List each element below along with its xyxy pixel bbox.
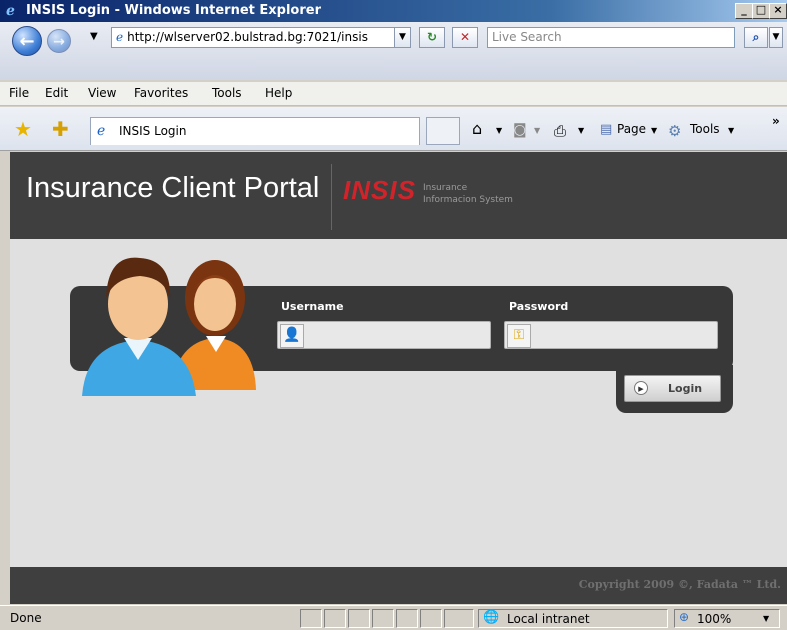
username-label: Username — [281, 300, 344, 313]
tools-menu-button[interactable]: Tools — [690, 122, 720, 136]
window-title: INSIS Login - Windows Internet Explorer — [26, 3, 321, 18]
status-cell — [420, 609, 442, 628]
search-options-button[interactable]: ▼ — [769, 27, 783, 48]
search-button[interactable]: ⌕ — [744, 27, 768, 48]
login-button[interactable]: ▶ Login — [624, 375, 721, 402]
zoom-level: 100% — [697, 612, 732, 626]
copyright-text: Copyright 2009 ©, Fadata ™ Ltd. — [578, 578, 781, 591]
status-cell — [372, 609, 394, 628]
insis-logo: INSIS — [343, 175, 416, 205]
menu-edit[interactable]: Edit — [45, 86, 68, 100]
menu-view[interactable]: View — [88, 86, 116, 100]
security-zone[interactable]: 🌐 Local intranet — [478, 609, 668, 628]
add-favorites-icon[interactable]: ✚ — [52, 117, 69, 141]
logo-subtitle-line-1: Insurance — [423, 183, 468, 193]
login-button-label: Login — [668, 382, 703, 395]
logo-subtitle-line-2: Informacion System — [423, 195, 513, 205]
zoom-control[interactable]: ⊕ 100% ▼ — [674, 609, 780, 628]
stop-button[interactable]: ✕ — [452, 27, 478, 48]
key-icon: ⚿ — [507, 324, 531, 348]
page-menu-icon: ▤ — [600, 122, 613, 137]
tools-gear-icon: ⚙ — [668, 122, 682, 140]
chevron-more-icon[interactable]: » — [772, 114, 780, 128]
header-divider — [331, 164, 332, 230]
page-left-border — [0, 152, 10, 604]
favorites-star-icon[interactable]: ★ — [14, 117, 32, 141]
tab-insis-login[interactable]: ℯ INSIS Login — [90, 117, 420, 145]
new-tab-button[interactable] — [426, 117, 460, 145]
tools-dropdown-icon[interactable]: ▼ — [728, 126, 734, 135]
address-input[interactable]: ℯ http://wlserver02.bulstrad.bg:7021/insi… — [111, 27, 411, 48]
print-dropdown-icon[interactable]: ▼ — [578, 126, 584, 135]
security-zone-label: Local intranet — [507, 612, 590, 626]
tab-title: INSIS Login — [119, 124, 187, 138]
menu-help[interactable]: Help — [265, 86, 292, 100]
male-user-figure — [82, 257, 196, 396]
intranet-globe-icon: 🌐 — [483, 610, 500, 625]
feeds-dropdown-icon[interactable]: ▼ — [534, 126, 540, 135]
maximize-button[interactable]: □ — [752, 3, 770, 19]
forward-button[interactable]: → — [47, 29, 71, 53]
feeds-icon[interactable]: ◙ — [513, 122, 527, 138]
window-title-bar[interactable]: ℯ INSIS Login - Windows Internet Explore… — [0, 0, 787, 22]
zoom-magnifier-icon: ⊕ — [679, 610, 690, 624]
status-text: Done — [10, 611, 42, 625]
play-circle-icon: ▶ — [634, 381, 648, 395]
home-dropdown-icon[interactable]: ▼ — [496, 126, 502, 135]
menu-favorites[interactable]: Favorites — [134, 86, 188, 100]
refresh-button[interactable]: ↻ — [419, 27, 445, 48]
status-cell — [300, 609, 322, 628]
portal-title: Insurance Client Portal — [26, 172, 320, 204]
address-dropdown-button[interactable]: ▼ — [394, 27, 411, 48]
print-icon[interactable]: ⎙ — [554, 122, 566, 140]
page-dropdown-icon[interactable]: ▼ — [651, 126, 657, 135]
back-button[interactable]: ← — [12, 26, 42, 56]
menu-bar: File Edit View Favorites Tools Help — [0, 82, 787, 106]
status-cell — [348, 609, 370, 628]
status-cell — [396, 609, 418, 628]
history-dropdown-icon[interactable]: ▼ — [90, 31, 98, 42]
users-illustration — [82, 257, 256, 396]
password-field[interactable]: ⚿ — [504, 321, 718, 349]
user-icon: 👤 — [280, 324, 304, 348]
ie-logo-icon: ℯ — [6, 3, 15, 19]
address-url: http://wlserver02.bulstrad.bg:7021/insis — [127, 30, 368, 44]
zoom-dropdown-icon[interactable]: ▼ — [763, 614, 769, 623]
page-icon: ℯ — [116, 30, 124, 44]
close-button[interactable]: × — [769, 3, 787, 19]
username-field[interactable]: 👤 — [277, 321, 491, 349]
tab-page-icon: ℯ — [97, 123, 106, 139]
status-cell — [444, 609, 474, 628]
password-label: Password — [509, 300, 569, 313]
menu-tools[interactable]: Tools — [212, 86, 242, 100]
insis-logo-subtitle: Insurance Informacion System — [423, 182, 513, 206]
menu-file[interactable]: File — [9, 86, 29, 100]
page-menu-button[interactable]: Page — [617, 122, 646, 136]
status-cell — [324, 609, 346, 628]
search-placeholder: Live Search — [492, 30, 562, 44]
home-icon[interactable]: ⌂ — [472, 119, 482, 138]
search-input[interactable]: Live Search — [487, 27, 735, 48]
minimize-button[interactable]: _ — [735, 3, 753, 19]
